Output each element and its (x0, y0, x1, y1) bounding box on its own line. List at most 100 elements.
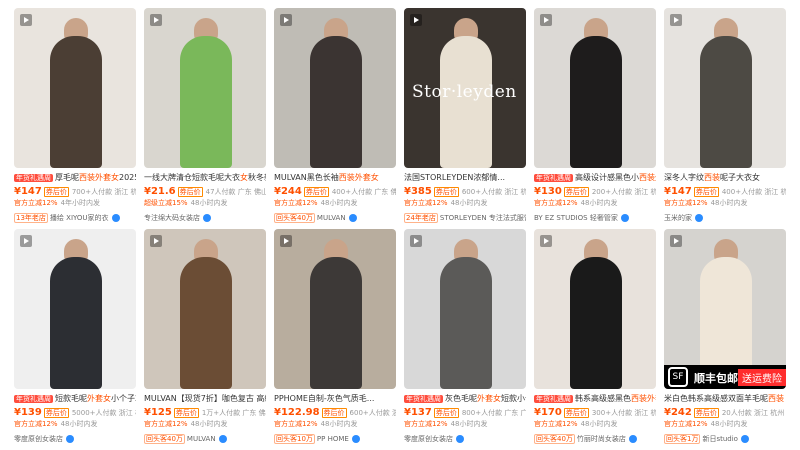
shop-link-icon[interactable] (348, 214, 357, 222)
shop-name[interactable]: 新日studio (702, 435, 738, 443)
model-figure (440, 257, 492, 389)
shop-row[interactable]: 专注绵大码女装店 (144, 212, 266, 224)
shop-name[interactable]: 播绘 XIYOU家的衣 (50, 214, 109, 222)
insurance-badge: 送运费险 (738, 369, 786, 386)
shop-name[interactable]: 专注绵大码女装店 (144, 214, 200, 222)
price: ¥244 (274, 186, 302, 197)
shop-link-icon[interactable] (695, 214, 703, 222)
shop-name[interactable]: BY EZ STUDIOS 轻奢管家 (534, 214, 618, 222)
price: ¥137 (404, 407, 432, 418)
product-image[interactable] (144, 229, 266, 389)
product-image[interactable] (274, 8, 396, 168)
product-image[interactable] (534, 8, 656, 168)
shop-name[interactable]: 玉米的家 (664, 214, 692, 222)
video-play-icon[interactable] (150, 235, 162, 247)
price-row: ¥242 券后价 20人付款 浙江 杭州 (664, 406, 786, 419)
shop-row[interactable]: 回头客40万 MULVAN (274, 212, 396, 224)
video-play-icon[interactable] (670, 235, 682, 247)
shop-row[interactable]: 回头客1万 新日studio (664, 433, 786, 445)
product-title[interactable]: 米白色韩系高级感双面羊毛呢西装 (664, 393, 786, 405)
shop-row[interactable]: 13年老店 播绘 XIYOU家的衣 (14, 212, 136, 224)
product-card[interactable]: 年货礼遇周韩系高级感黑色西装外套女¥170券后价300+人付款 浙江 杭州官方立… (534, 229, 656, 447)
shop-name[interactable]: MULVAN (187, 435, 216, 443)
product-image[interactable] (534, 229, 656, 389)
model-figure (50, 257, 102, 389)
product-title[interactable]: 年货礼遇周韩系高级感黑色西装外套女 (534, 393, 656, 405)
discount-info: 官方立减12% (534, 420, 578, 428)
product-card[interactable]: 年货礼遇周厚毛呢西装外套女2025秋冬¥147券后价700+人付款 浙江 杭州官… (14, 8, 136, 226)
product-image[interactable] (274, 229, 396, 389)
product-card[interactable]: PPHOME自制-灰色气质毛... ¥122.98券后价600+人付款 浙江 杭州… (274, 229, 396, 447)
shop-row[interactable]: 玉米的家 (664, 212, 786, 224)
product-title[interactable]: 深冬人字纹西装呢子大衣女 (664, 172, 786, 184)
discount-info: 超级立减15% (144, 199, 188, 207)
shop-link-icon[interactable] (218, 435, 227, 443)
shop-link-icon[interactable] (351, 435, 360, 443)
shop-link-icon[interactable] (66, 435, 74, 443)
shop-link-icon[interactable] (628, 435, 637, 443)
video-play-icon[interactable] (20, 235, 32, 247)
shop-row[interactable]: 零度原创女装店 (14, 433, 136, 445)
product-card[interactable]: 一线大牌清仓短款毛呢大衣女秋冬新...¥21.6券后价47人付款 广东 佛山超级… (144, 8, 266, 226)
product-title[interactable]: 年货礼遇周厚毛呢西装外套女2025秋冬 (14, 172, 136, 184)
shop-name[interactable]: 竹丽时尚女装店 (577, 435, 626, 443)
shop-name[interactable]: 零度原创女装店 (14, 435, 63, 443)
product-image[interactable]: Stor·leyden (404, 8, 526, 168)
product-image[interactable] (664, 8, 786, 168)
shop-link-icon[interactable] (456, 435, 464, 443)
product-image[interactable] (404, 229, 526, 389)
video-play-icon[interactable] (670, 14, 682, 26)
title-suffix: 短款小个子... (501, 394, 526, 403)
product-card[interactable]: SF 顺丰包邮 送运费险米白色韩系高级感双面羊毛呢西装 ¥242 券后价 20人付款 浙江… (664, 229, 786, 447)
price-row: ¥125券后价1万+人付款 广东 佛山 (144, 406, 266, 419)
product-image[interactable]: SF 顺丰包邮 送运费险 (664, 229, 786, 389)
shop-name[interactable]: MULVAN (317, 214, 346, 222)
product-title[interactable]: PPHOME自制-灰色气质毛... (274, 393, 396, 405)
shop-name[interactable]: PP HOME (317, 435, 349, 443)
product-title[interactable]: 一线大牌清仓短款毛呢大衣女秋冬新... (144, 172, 266, 184)
shop-link-icon[interactable] (203, 214, 211, 222)
video-play-icon[interactable] (280, 235, 292, 247)
video-play-icon[interactable] (410, 235, 422, 247)
shop-link-icon[interactable] (111, 214, 120, 222)
title-suffix: 秋冬新... (248, 173, 266, 182)
product-title[interactable]: MULVAN黑色长袖西装外套女 (274, 172, 396, 184)
video-play-icon[interactable] (540, 235, 552, 247)
discount-info: 官方立减12% (144, 420, 188, 428)
shop-row[interactable]: 回头客40万 竹丽时尚女装店 (534, 433, 656, 445)
product-card[interactable]: 深冬人字纹西装呢子大衣女¥147券后价400+人付款 浙江 杭州官方立减12%4… (664, 8, 786, 226)
coupon-price-badge: 券后价 (303, 187, 329, 197)
product-title[interactable]: 年货礼遇周短款毛呢外套女小个子2025... (14, 393, 136, 405)
video-play-icon[interactable] (280, 14, 292, 26)
shop-row[interactable]: 零度原创女装店 (404, 433, 526, 445)
shop-link-icon[interactable] (620, 214, 629, 222)
video-play-icon[interactable] (150, 14, 162, 26)
shop-name[interactable]: STORLEYDEN 专注法式服饰 (440, 214, 526, 222)
title-prefix: 短款毛呢 (55, 394, 87, 403)
video-play-icon[interactable] (20, 14, 32, 26)
product-image[interactable] (144, 8, 266, 168)
video-play-icon[interactable] (540, 14, 552, 26)
product-card[interactable]: MULVAN【现货7折】咖色复古 高级...¥125券后价1万+人付款 广东 佛… (144, 229, 266, 447)
product-card[interactable]: 年货礼遇周灰色毛呢外套女短款小个子...¥137券后价800+人付款 广东 广州… (404, 229, 526, 447)
video-play-icon[interactable] (410, 14, 422, 26)
product-title[interactable]: 年货礼遇周高级设计感黑色小西装外套女 (534, 172, 656, 184)
product-title[interactable]: 法国STORLEYDEN浓郁情... (404, 172, 526, 184)
product-card[interactable]: Stor·leyden 法国STORLEYDEN浓郁情... ¥385 券后价 600+… (404, 8, 526, 226)
title-highlight: 西装 (704, 173, 720, 182)
shop-row[interactable]: 24年老店 STORLEYDEN 专注法式服饰 (404, 212, 526, 224)
product-image[interactable] (14, 8, 136, 168)
shop-row[interactable]: 回头客40万 MULVAN (144, 433, 266, 445)
shop-row[interactable]: 回头客10万 PP HOME (274, 433, 396, 445)
product-card[interactable]: 年货礼遇周短款毛呢外套女小个子2025...¥139券后价5000+人付款 浙江… (14, 229, 136, 447)
title-prefix: 一线大牌清仓短款毛呢大衣 (144, 173, 240, 182)
shop-link-icon[interactable] (740, 435, 749, 443)
product-card[interactable]: 年货礼遇周高级设计感黑色小西装外套女¥130券后价200+人付款 浙江 杭州官方… (534, 8, 656, 226)
shop-row[interactable]: BY EZ STUDIOS 轻奢管家 (534, 212, 656, 224)
product-card[interactable]: MULVAN黑色长袖西装外套女¥244券后价400+人付款 广东 佛山官方立减1… (274, 8, 396, 226)
product-title[interactable]: 年货礼遇周灰色毛呢外套女短款小个子... (404, 393, 526, 405)
shop-name[interactable]: 零度原创女装店 (404, 435, 453, 443)
info-row: 超级立减15% 48小时内发 (144, 198, 266, 209)
product-image[interactable] (14, 229, 136, 389)
product-title[interactable]: MULVAN【现货7折】咖色复古 高级... (144, 393, 266, 405)
